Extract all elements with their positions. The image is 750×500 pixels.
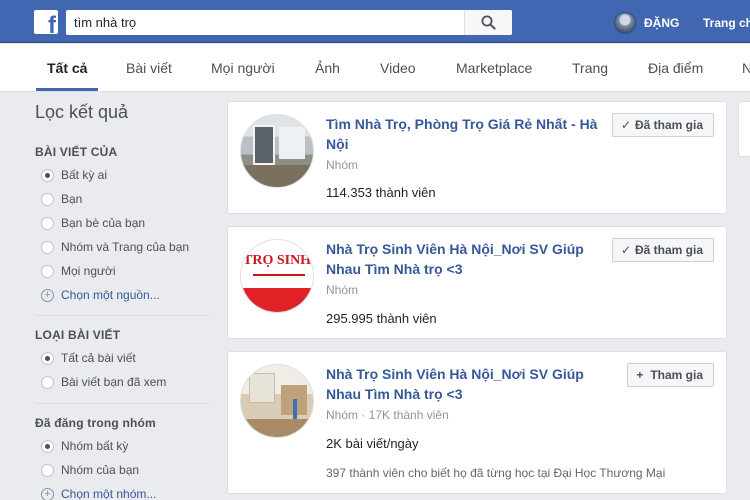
radio[interactable] — [41, 241, 54, 254]
divider — [35, 315, 210, 316]
search-icon — [481, 15, 496, 30]
member-count: 114.353 thành viên — [326, 185, 436, 200]
choose-group-label: Chọn một nhóm... — [61, 487, 157, 500]
group-result-card: Nhà Trọ Sinh Viên Hà Nội_Nơi SV Giúp Nha… — [227, 351, 727, 494]
joined-button-label: Đã tham gia — [634, 243, 703, 257]
radio[interactable] — [41, 193, 54, 206]
filter-option-label: Bạn bè của bạn — [61, 216, 146, 230]
group-result-card: Tìm Nhà Trọ, Phòng Trọ Giá Rẻ Nhất - Hà … — [227, 101, 727, 214]
search-box — [66, 10, 512, 35]
joined-button-label: Đã tham gia — [634, 118, 703, 132]
facebook-logo-icon[interactable]: f — [34, 10, 58, 34]
group-thumbnail[interactable]: TRỌ SINH V — [240, 239, 314, 313]
radio-selected[interactable] — [41, 352, 54, 365]
tab-all[interactable]: Tất cả — [47, 60, 87, 76]
search-tabs: Tất cả Bài viết Mọi người Ảnh Video Mark… — [0, 44, 750, 92]
avatar — [614, 12, 636, 34]
search-button[interactable] — [464, 10, 512, 35]
top-bar: f ĐẶNG Trang ch — [0, 0, 750, 43]
filter-section-title: Đã đăng trong nhóm — [35, 416, 156, 430]
radio-selected[interactable] — [41, 169, 54, 182]
filter-option-label: Bài viết bạn đã xem — [61, 375, 167, 389]
tab-more[interactable]: N — [742, 60, 750, 76]
group-type: Nhóm — [326, 158, 359, 172]
group-thumbnail[interactable] — [240, 364, 314, 438]
radio-selected[interactable] — [41, 440, 54, 453]
plus-icon: + — [636, 368, 644, 382]
join-button[interactable]: + Tham gia — [627, 363, 714, 387]
search-input[interactable] — [66, 10, 466, 35]
joined-button[interactable]: ✓ Đã tham gia — [611, 238, 714, 262]
group-title-link[interactable]: Tìm Nhà Trọ, Phòng Trọ Giá Rẻ Nhất - Hà … — [326, 114, 606, 154]
divider — [35, 403, 210, 404]
post-frequency: 2K bài viết/ngày — [326, 436, 419, 451]
plus-circle-icon: + — [41, 488, 54, 500]
filter-title: Lọc kết quả — [35, 102, 129, 122]
group-meta: Nhóm · 17K thành viên — [326, 408, 449, 422]
group-thumbnail[interactable] — [240, 114, 314, 188]
tab-videos[interactable]: Video — [380, 60, 416, 76]
member-count: 295.995 thành viên — [326, 311, 437, 326]
tab-people[interactable]: Mọi người — [211, 60, 275, 76]
filter-option-label: Tất cả bài viết — [61, 351, 136, 365]
tab-places[interactable]: Địa điểm — [648, 60, 703, 76]
home-link[interactable]: Trang ch — [703, 16, 750, 30]
plus-circle-icon: + — [41, 289, 54, 302]
group-result-card: TRỌ SINH V Nhà Trọ Sinh Viên Hà Nội_Nơi … — [227, 226, 727, 339]
group-type: Nhóm — [326, 283, 359, 297]
tab-marketplace[interactable]: Marketplace — [456, 60, 532, 76]
filter-option-label: Nhóm và Trang của bạn — [61, 240, 190, 254]
tab-pages[interactable]: Trang — [572, 60, 608, 76]
filter-option-label: Bạn — [61, 192, 83, 206]
active-tab-indicator — [36, 88, 98, 91]
mutual-info: 397 thành viên cho biết họ đã từng học t… — [326, 466, 666, 480]
thumbnail-text: TRỌ SINH V — [243, 253, 313, 268]
filter-option-label: Mọi người — [61, 264, 116, 278]
check-icon: ✓ — [620, 243, 632, 257]
right-column-card — [738, 101, 750, 157]
filter-section-title: BÀI VIẾT CỦA — [35, 145, 118, 159]
radio[interactable] — [41, 464, 54, 477]
filter-option-label: Bất kỳ ai — [61, 168, 108, 182]
choose-source-label: Chọn một nguồn... — [61, 288, 160, 302]
radio[interactable] — [41, 376, 54, 389]
tab-posts[interactable]: Bài viết — [126, 60, 172, 76]
group-title-link[interactable]: Nhà Trọ Sinh Viên Hà Nội_Nơi SV Giúp Nha… — [326, 364, 606, 404]
joined-button[interactable]: ✓ Đã tham gia — [611, 113, 714, 137]
filter-option-label: Nhóm của bạn — [61, 463, 140, 477]
group-title-link[interactable]: Nhà Trọ Sinh Viên Hà Nội_Nơi SV Giúp Nha… — [326, 239, 606, 279]
profile-name: ĐẶNG — [644, 16, 680, 30]
radio[interactable] — [41, 217, 54, 230]
check-icon: ✓ — [620, 118, 632, 132]
tab-photos[interactable]: Ảnh — [315, 60, 340, 76]
radio[interactable] — [41, 265, 54, 278]
join-button-label: Tham gia — [650, 368, 703, 382]
filter-section-title: LOẠI BÀI VIẾT — [35, 328, 121, 342]
filter-option-label: Nhóm bất kỳ — [61, 439, 129, 453]
